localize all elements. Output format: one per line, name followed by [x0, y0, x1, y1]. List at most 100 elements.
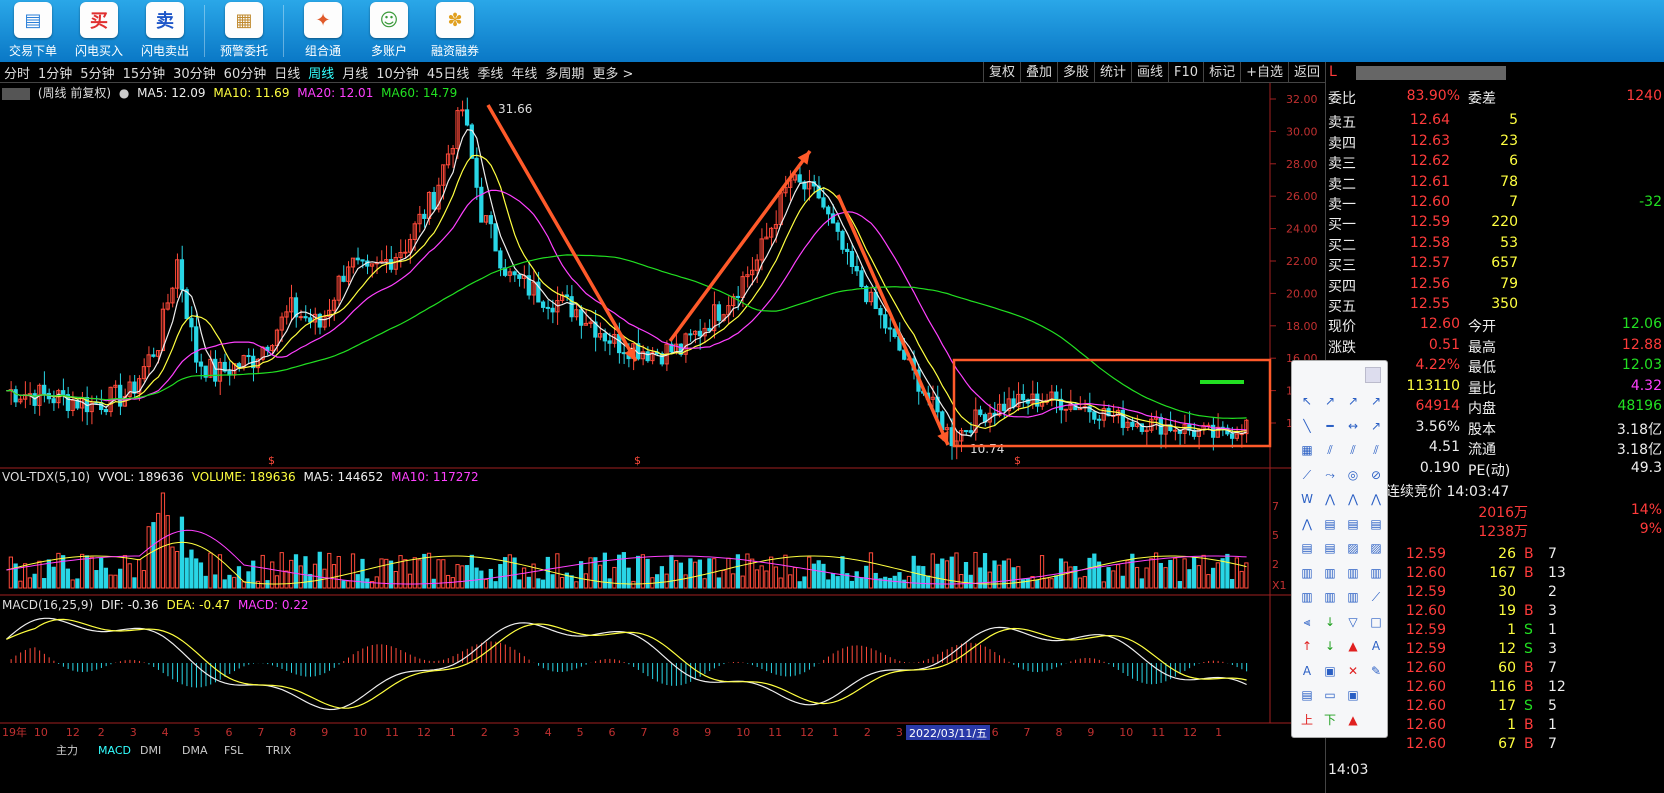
draw-tool-icon[interactable]: ▽ [1344, 614, 1362, 630]
period-tab[interactable]: 年线 [507, 63, 541, 82]
draw-tool-icon[interactable]: ╲ [1298, 418, 1316, 434]
period-tab[interactable]: 10分钟 [372, 63, 423, 82]
draw-tool-icon[interactable]: A [1298, 663, 1316, 679]
draw-tool-icon[interactable]: ▥ [1298, 589, 1316, 605]
draw-tool-icon[interactable]: □ [1367, 614, 1385, 630]
draw-tool-icon[interactable]: ↗ [1321, 393, 1339, 409]
draw-tool-icon[interactable]: ▥ [1344, 589, 1362, 605]
draw-tool-icon[interactable]: ⋀ [1344, 491, 1362, 507]
draw-tool-icon[interactable]: ⫷ [1298, 614, 1316, 630]
kline-chart[interactable]: 32.00 30.00 28.00 26.00 24.00 22.00 20.00 18.00… [0, 83, 1325, 793]
toolbar-button-flash-sell[interactable]: 卖闪电卖出 [132, 0, 198, 62]
chart-tool-button[interactable]: 返回 [1287, 62, 1325, 83]
draw-tool-icon[interactable]: ▤ [1321, 540, 1339, 556]
chart-tool-button[interactable]: 多股 [1056, 62, 1094, 83]
indicator-tab[interactable]: FSL [224, 744, 244, 757]
period-tab[interactable]: 月线 [338, 63, 372, 82]
draw-tool-icon[interactable]: 下 [1321, 712, 1339, 728]
draw-tool-icon[interactable]: ⊘ [1367, 467, 1385, 483]
toolbar-button-portfolio[interactable]: ✦ 组合通 [290, 0, 356, 62]
draw-tool-icon[interactable]: ▲ [1344, 638, 1362, 654]
draw-tool-icon[interactable]: ▤ [1344, 516, 1362, 532]
draw-tool-icon[interactable]: ⫽ [1367, 442, 1385, 458]
period-tab[interactable]: 更多 > [588, 63, 637, 82]
draw-tool-icon[interactable]: ▣ [1321, 663, 1339, 679]
toolbar-button-alert-order[interactable]: ▦ 预警委托 [211, 0, 277, 62]
draw-tool-icon[interactable]: ▨ [1367, 540, 1385, 556]
draw-tool-icon[interactable]: ▤ [1321, 516, 1339, 532]
draw-tool-icon[interactable]: ↓ [1321, 614, 1339, 630]
draw-tool-icon[interactable]: W [1298, 491, 1316, 507]
period-tab[interactable]: 分时 [0, 63, 34, 82]
chart-tool-button[interactable]: 画线 [1131, 62, 1168, 83]
draw-tool-icon[interactable] [1367, 712, 1385, 728]
period-tab[interactable]: 多周期 [541, 63, 588, 82]
volume-bar [807, 556, 812, 589]
draw-tool-icon[interactable]: ↗ [1367, 418, 1385, 434]
draw-tool-icon[interactable]: ▤ [1298, 687, 1316, 703]
chart-tool-button[interactable]: 叠加 [1019, 62, 1057, 83]
draw-tool-icon[interactable]: ▨ [1344, 540, 1362, 556]
draw-tool-icon[interactable]: ⋀ [1367, 491, 1385, 507]
draw-tool-icon[interactable]: A [1367, 638, 1385, 654]
period-tab[interactable]: 1分钟 [34, 63, 76, 82]
period-tab[interactable]: 周线 [304, 63, 338, 82]
draw-tool-icon[interactable]: ▲ [1344, 712, 1362, 728]
period-tab[interactable]: 季线 [473, 63, 507, 82]
period-tab[interactable]: 30分钟 [169, 63, 220, 82]
draw-tool-icon[interactable]: ▭ [1321, 687, 1339, 703]
period-tab[interactable]: 60分钟 [220, 63, 271, 82]
draw-tool-icon[interactable]: ▦ [1298, 442, 1316, 458]
indicator-tab[interactable]: DMI [140, 744, 161, 757]
chart-tool-button[interactable]: +自选 [1240, 62, 1288, 83]
draw-tool-icon[interactable]: ✕ [1344, 663, 1362, 679]
indicator-tab[interactable]: MACD [98, 744, 131, 757]
chart-tool-button[interactable]: 统计 [1094, 62, 1131, 83]
toolbar-button-multi-account[interactable]: ☺ 多账户 [356, 0, 422, 62]
draw-tool-icon[interactable]: ✎ [1367, 663, 1385, 679]
draw-tool-icon[interactable]: ▥ [1344, 565, 1362, 581]
indicator-tab[interactable]: TRIX [265, 744, 292, 757]
draw-tool-icon[interactable]: 上 [1298, 712, 1316, 728]
chart-tool-button[interactable]: F10 [1168, 62, 1203, 83]
draw-tool-icon[interactable]: ⋀ [1321, 491, 1339, 507]
draw-tool-icon[interactable] [1367, 687, 1385, 703]
draw-tool-icon[interactable]: ▤ [1298, 540, 1316, 556]
draw-tool-icon[interactable]: ⫽ [1321, 442, 1339, 458]
period-tab[interactable]: 5分钟 [76, 63, 118, 82]
draw-tool-icon[interactable]: ↓ [1321, 638, 1339, 654]
draw-tool-icon[interactable]: ↖ [1298, 393, 1316, 409]
toolbox-close-icon[interactable] [1365, 367, 1381, 383]
period-tab[interactable]: 15分钟 [119, 63, 170, 82]
draw-tool-icon[interactable]: ▥ [1321, 565, 1339, 581]
draw-tool-icon[interactable]: ⫽ [1344, 442, 1362, 458]
toolbar-button-flash-buy[interactable]: 买闪电买入 [66, 0, 132, 62]
settings-icon[interactable]: ● [119, 86, 129, 100]
draw-tool-icon[interactable]: ▥ [1298, 565, 1316, 581]
draw-tool-icon[interactable]: ◎ [1344, 467, 1362, 483]
draw-tool-icon[interactable]: ▤ [1367, 516, 1385, 532]
draw-tool-icon[interactable]: ▥ [1321, 589, 1339, 605]
draw-tool-icon[interactable]: ↗ [1344, 393, 1362, 409]
draw-tool-icon[interactable]: ⟋ [1367, 589, 1385, 605]
draw-tool-icon[interactable]: ▥ [1367, 565, 1385, 581]
draw-tool-icon[interactable]: ⟋ [1298, 467, 1316, 483]
volume-bar [502, 557, 508, 589]
chart-tool-button[interactable]: 标记 [1203, 62, 1240, 83]
draw-tool-icon[interactable]: ▣ [1344, 687, 1362, 703]
indicator-tab[interactable]: DMA [182, 744, 208, 757]
period-tab[interactable]: 45日线 [423, 63, 474, 82]
chart-tool-button[interactable]: 复权 [982, 62, 1020, 83]
indicator-tab[interactable]: 主力 [56, 744, 78, 757]
volume-bar [773, 566, 779, 589]
draw-tool-icon[interactable]: ↔ [1344, 418, 1362, 434]
draw-tool-icon[interactable]: ↑ [1298, 638, 1316, 654]
toolbar-button-trade-order[interactable]: ▤ 交易下单 [0, 0, 66, 62]
draw-tool-icon[interactable]: ⤳ [1321, 467, 1339, 483]
draw-tool-icon[interactable]: ↗ [1367, 393, 1385, 409]
draw-tool-icon[interactable]: ━ [1321, 418, 1339, 434]
draw-tool-icon[interactable]: ⋀ [1298, 516, 1316, 532]
period-tab[interactable]: 日线 [270, 63, 304, 82]
drawing-toolbox[interactable]: ↖ ↗ ↗ ↗ ╲ ━ ↔ ↗ ▦ ⫽ ⫽ ⫽ ⟋ ⤳ ◎ ⊘ W ⋀ ⋀ ⋀ ⋀ ▤ ▤ ▤ ▤ ▤ ▨ ▨ ▥ ▥ ▥ ▥ ▥ ▥ ▥ ⟋ ⫷ ↓ ▽ □… [1291, 360, 1388, 738]
toolbar-button-margin-trading[interactable]: ✽ 融资融券 [422, 0, 488, 62]
